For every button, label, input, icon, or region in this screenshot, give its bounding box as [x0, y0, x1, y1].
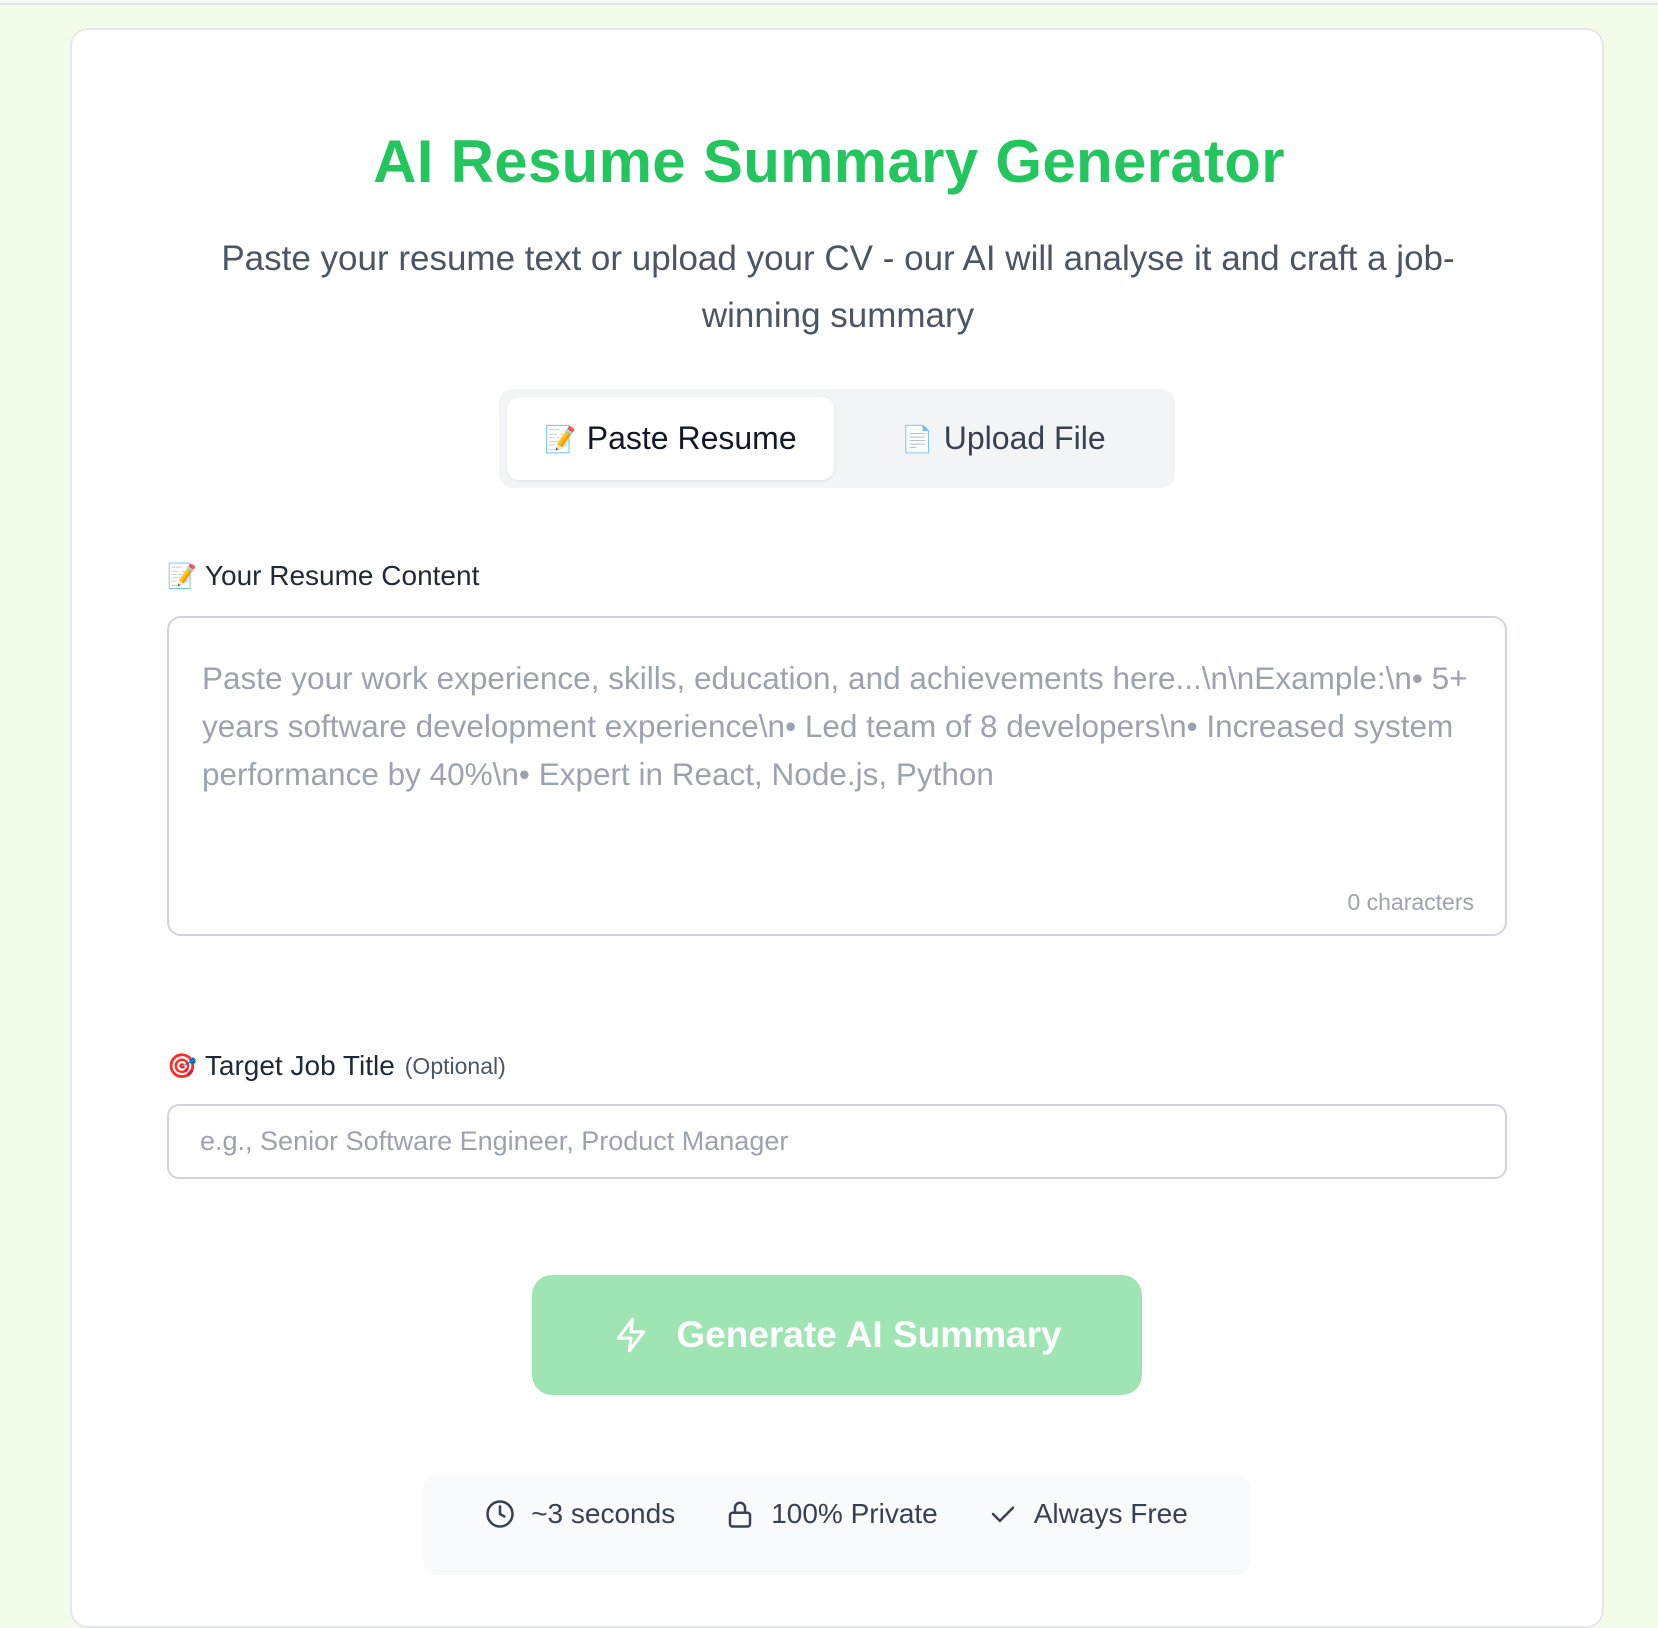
tab-upload-file[interactable]: 📄 Upload File — [840, 397, 1167, 480]
lightning-icon — [617, 1317, 646, 1353]
tab-paste-resume-label: Paste Resume — [586, 420, 797, 456]
resume-content-label: 📝 Your Resume Content — [167, 560, 479, 592]
resume-textarea-placeholder: Paste your work experience, skills, educ… — [202, 660, 1468, 792]
input-mode-tabs: 📝 Paste Resume 📄 Upload File — [499, 389, 1175, 488]
target-icon: 🎯 — [167, 1052, 197, 1080]
job-title-label: 🎯 Target Job Title (Optional) — [167, 1050, 506, 1082]
generate-summary-button[interactable]: Generate AI Summary — [532, 1275, 1142, 1395]
feature-speed-label: ~3 seconds — [531, 1498, 676, 1529]
resume-content-label-text: Your Resume Content — [204, 560, 480, 591]
features-bar: ~3 seconds 100% Private Always Free — [423, 1475, 1250, 1575]
feature-free-label: Always Free — [1033, 1498, 1188, 1529]
page-title: AI Resume Summary Generator — [373, 128, 1285, 195]
memo-icon: 📝 — [544, 423, 577, 454]
feature-privacy-label: 100% Private — [771, 1498, 938, 1529]
memo-icon: 📝 — [167, 562, 197, 590]
feature-free: Always Free — [988, 1498, 1188, 1530]
job-title-label-text: Target Job Title — [204, 1050, 395, 1081]
clock-icon — [486, 1500, 514, 1528]
resume-textarea[interactable]: Paste your work experience, skills, educ… — [167, 616, 1507, 936]
job-title-input[interactable] — [167, 1104, 1507, 1179]
top-border — [0, 0, 1658, 5]
tab-upload-file-label: Upload File — [943, 420, 1106, 456]
tab-paste-resume[interactable]: 📝 Paste Resume — [507, 397, 834, 480]
optional-hint: (Optional) — [404, 1052, 506, 1079]
generate-summary-label: Generate AI Summary — [676, 1314, 1062, 1355]
feature-privacy: 100% Private — [725, 1498, 938, 1530]
document-icon: 📄 — [901, 423, 934, 454]
character-count: 0 characters — [1347, 889, 1474, 915]
page-subtitle: Paste your resume text or upload your CV… — [221, 239, 1455, 335]
lock-icon — [728, 1501, 752, 1528]
feature-speed: ~3 seconds — [485, 1498, 675, 1530]
check-icon — [991, 1506, 1014, 1523]
